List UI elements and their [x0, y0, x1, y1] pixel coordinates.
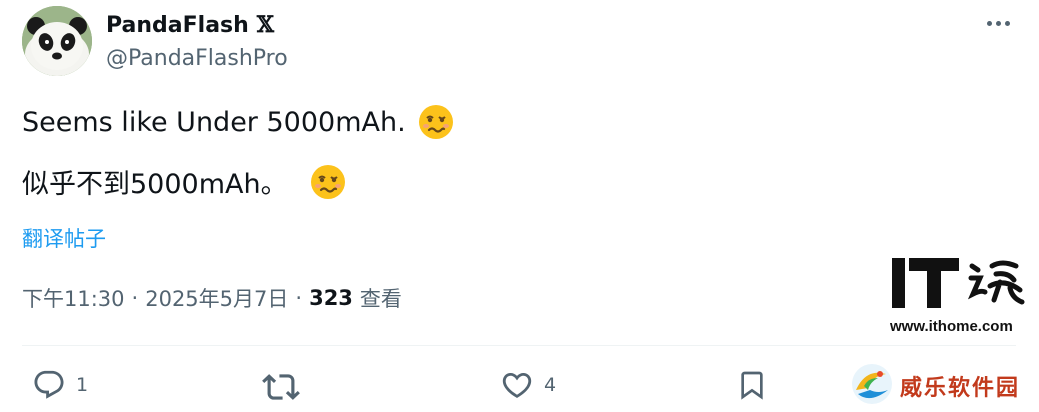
- woozy-face-icon: [310, 164, 345, 199]
- tweet-time[interactable]: 下午11:30: [22, 283, 125, 313]
- weile-watermark-text: 威乐软件园: [900, 375, 1021, 401]
- tweet-text-line-1: Seems like Under 5000mAh.: [22, 104, 454, 140]
- divider: [22, 345, 1016, 346]
- x-logo-icon: 𝕏: [256, 12, 274, 38]
- tweet-text-english: Seems like Under 5000mAh.: [22, 106, 406, 138]
- weile-logo-icon: [852, 364, 892, 404]
- reply-icon: [34, 370, 64, 399]
- heart-icon: [502, 372, 532, 398]
- dot-icon: [995, 20, 1001, 26]
- repost-button[interactable]: [262, 368, 310, 406]
- display-name[interactable]: PandaFlash: [106, 13, 249, 38]
- bookmark-icon: [741, 371, 763, 400]
- woozy-face-icon: [418, 105, 453, 139]
- like-button[interactable]: 4: [500, 368, 556, 402]
- repost-icon: [262, 374, 300, 400]
- dot-icon: [1004, 20, 1010, 26]
- tweet-meta: 下午11:30 · 2025年5月7日 · 323 查看: [22, 283, 402, 313]
- user-handle[interactable]: @PandaFlashPro: [106, 46, 288, 71]
- tweet-text-line-2: 似乎不到5000mAh。: [22, 162, 346, 201]
- reply-button[interactable]: 1: [32, 368, 88, 402]
- meta-separator: ·: [295, 286, 303, 310]
- views-label[interactable]: 查看: [360, 283, 402, 313]
- views-count[interactable]: 323: [309, 286, 353, 310]
- ithome-url: www.ithome.com: [890, 318, 1013, 335]
- more-options-button[interactable]: [980, 8, 1016, 38]
- tweet-text-chinese: 似乎不到5000mAh。: [22, 169, 288, 200]
- tweet-date[interactable]: 2025年5月7日: [145, 283, 288, 313]
- bookmark-button[interactable]: [736, 368, 768, 402]
- name-row: PandaFlash 𝕏: [106, 10, 274, 40]
- reply-count: 1: [76, 374, 89, 396]
- dot-icon: [986, 20, 992, 26]
- ithome-logo-icon: [892, 258, 1025, 308]
- tweet: PandaFlash 𝕏 @PandaFlashPro Seems like U…: [0, 0, 1039, 412]
- translate-post-link[interactable]: 翻译帖子: [22, 223, 106, 253]
- meta-separator: ·: [131, 286, 139, 310]
- avatar[interactable]: [22, 6, 92, 76]
- panda-avatar-icon: [22, 6, 92, 76]
- like-count: 4: [544, 374, 557, 396]
